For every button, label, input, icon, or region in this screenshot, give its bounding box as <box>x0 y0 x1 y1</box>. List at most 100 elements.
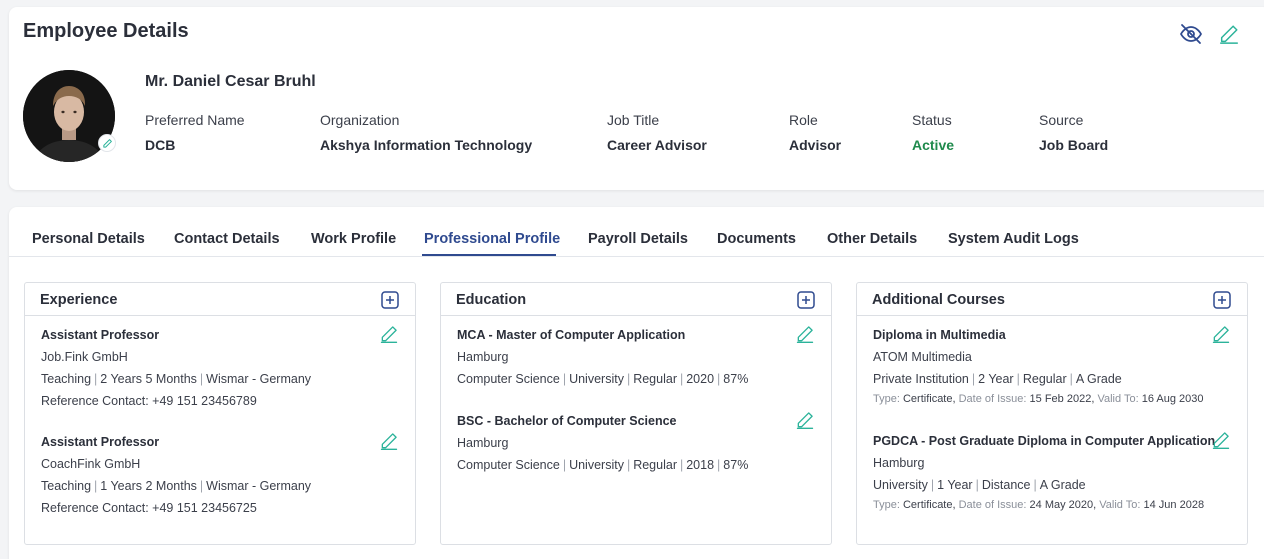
experience-item: Assistant Professor CoachFink GmbH Teach… <box>41 433 399 515</box>
experience-duration: 1 Years 2 Months <box>100 479 197 493</box>
add-experience-button[interactable] <box>381 291 399 309</box>
edit-education-button[interactable] <box>795 324 815 344</box>
education-year: 2018 <box>686 458 715 472</box>
education-place: Hamburg <box>457 436 509 450</box>
course-mode: Regular <box>1022 372 1067 386</box>
field-label: Job Title <box>607 112 660 128</box>
education-year: 2020 <box>686 372 715 386</box>
issue-label: Date of Issue: <box>958 393 1027 405</box>
education-title: MCA - Master of Computer Application <box>457 328 686 342</box>
education-field: Computer Science <box>457 458 560 472</box>
eye-off-icon[interactable] <box>1178 21 1204 47</box>
edit-experience-button[interactable] <box>379 431 399 451</box>
course-details: Type: Certificate, Date of Issue: 15 Feb… <box>873 393 1231 405</box>
course-valid-date: 14 Jun 2028 <box>1143 499 1205 511</box>
experience-location: Wismar - Germany <box>206 479 312 493</box>
add-course-button[interactable] <box>1213 291 1231 309</box>
experience-company: CoachFink GmbH <box>41 457 141 471</box>
field-job-title: Job Title Career Advisor <box>607 112 707 153</box>
panel-header: Education <box>441 283 831 316</box>
tab-bar: Personal Details Contact Details Work Pr… <box>9 207 1264 257</box>
valid-label: Valid To: <box>1099 499 1141 511</box>
type-label: Type: <box>873 393 900 405</box>
separator: | <box>562 458 567 472</box>
add-education-button[interactable] <box>797 291 815 309</box>
education-score: 87% <box>723 372 749 386</box>
separator: | <box>626 372 631 386</box>
tab-documents[interactable]: Documents <box>717 231 796 247</box>
tab-contact-details[interactable]: Contact Details <box>174 231 280 247</box>
edit-experience-button[interactable] <box>379 324 399 344</box>
separator: | <box>975 478 979 492</box>
edit-course-button[interactable] <box>1211 324 1231 344</box>
separator: | <box>1069 372 1073 386</box>
separator: | <box>717 458 721 472</box>
field-label: Source <box>1039 112 1084 128</box>
course-details: Type: Certificate, Date of Issue: 24 May… <box>873 499 1231 511</box>
panel-header: Experience <box>25 283 415 316</box>
course-duration: 1 Year <box>937 478 973 492</box>
field-value: DCB <box>145 137 176 153</box>
education-score: 87% <box>723 458 749 472</box>
separator: | <box>717 372 721 386</box>
tab-professional-profile[interactable]: Professional Profile <box>424 231 560 247</box>
separator: | <box>971 372 976 386</box>
course-item: PGDCA - Post Graduate Diploma in Compute… <box>873 432 1231 511</box>
education-item: BSC - Bachelor of Computer Science Hambu… <box>457 412 815 472</box>
education-meta: Computer Science | University | Regular | 2018… <box>457 458 815 472</box>
separator: | <box>562 372 567 386</box>
experience-item: Assistant Professor Job.Fink GmbH Teachi… <box>41 326 399 408</box>
course-grade: A Grade <box>1075 372 1122 386</box>
edit-employee-button[interactable] <box>1216 21 1242 47</box>
separator: | <box>94 479 98 493</box>
experience-reference: Reference Contact: +49 151 23456789 <box>41 394 257 408</box>
separator: | <box>94 372 98 386</box>
experience-type: Teaching <box>41 479 92 493</box>
edit-education-button[interactable] <box>795 410 815 430</box>
field-status: Status Active <box>912 112 954 153</box>
separator: | <box>679 458 684 472</box>
field-label: Status <box>912 112 952 128</box>
separator: | <box>1016 372 1020 386</box>
separator: | <box>930 478 935 492</box>
header-actions <box>1178 21 1242 47</box>
tab-work-profile[interactable]: Work Profile <box>311 231 396 247</box>
separator: | <box>199 479 204 493</box>
valid-label: Valid To: <box>1097 393 1139 405</box>
separator: | <box>679 372 684 386</box>
education-institution: University <box>569 458 624 472</box>
education-item: MCA - Master of Computer Application Ham… <box>457 326 815 386</box>
employee-name: Mr. Daniel Cesar Bruhl <box>145 73 316 90</box>
course-meta: Private Institution | 2 Year | Regular | A Gra… <box>873 372 1231 386</box>
field-value: Akshya Information Technology <box>320 137 533 153</box>
course-duration: 2 Year <box>978 372 1014 386</box>
avatar-edit-button[interactable] <box>98 134 116 152</box>
edit-course-button[interactable] <box>1211 430 1231 450</box>
tab-payroll-details[interactable]: Payroll Details <box>588 231 688 247</box>
tab-other-details[interactable]: Other Details <box>827 231 917 247</box>
field-label: Role <box>789 112 818 128</box>
education-mode: Regular <box>633 372 677 386</box>
separator: | <box>1033 478 1037 492</box>
field-organization: Organization Akshya Information Technolo… <box>320 112 532 153</box>
field-preferred-name: Preferred Name DCB <box>145 112 245 153</box>
panel-header: Additional Courses <box>857 283 1247 316</box>
experience-location: Wismar - Germany <box>206 372 312 386</box>
separator: | <box>199 372 204 386</box>
additional-courses-panel: Additional Courses Diploma in Multimedia… <box>856 282 1248 545</box>
course-meta: University | 1 Year | Distance | A Grade <box>873 478 1231 492</box>
course-provider: Hamburg <box>873 456 925 470</box>
course-item: Diploma in Multimedia ATOM Multimedia Pr… <box>873 326 1231 405</box>
education-place: Hamburg <box>457 350 509 364</box>
issue-label: Date of Issue: <box>958 499 1027 511</box>
separator: | <box>626 458 631 472</box>
experience-company: Job.Fink GmbH <box>41 350 128 364</box>
experience-reference: Reference Contact: +49 151 23456725 <box>41 501 257 515</box>
course-grade: A Grade <box>1039 478 1086 492</box>
panel-title: Additional Courses <box>872 292 1005 308</box>
tab-personal-details[interactable]: Personal Details <box>32 231 145 247</box>
active-tab-indicator <box>422 254 556 256</box>
employee-header-card <box>9 7 1264 190</box>
course-institution: University <box>873 478 928 492</box>
tab-system-audit-logs[interactable]: System Audit Logs <box>948 231 1079 247</box>
